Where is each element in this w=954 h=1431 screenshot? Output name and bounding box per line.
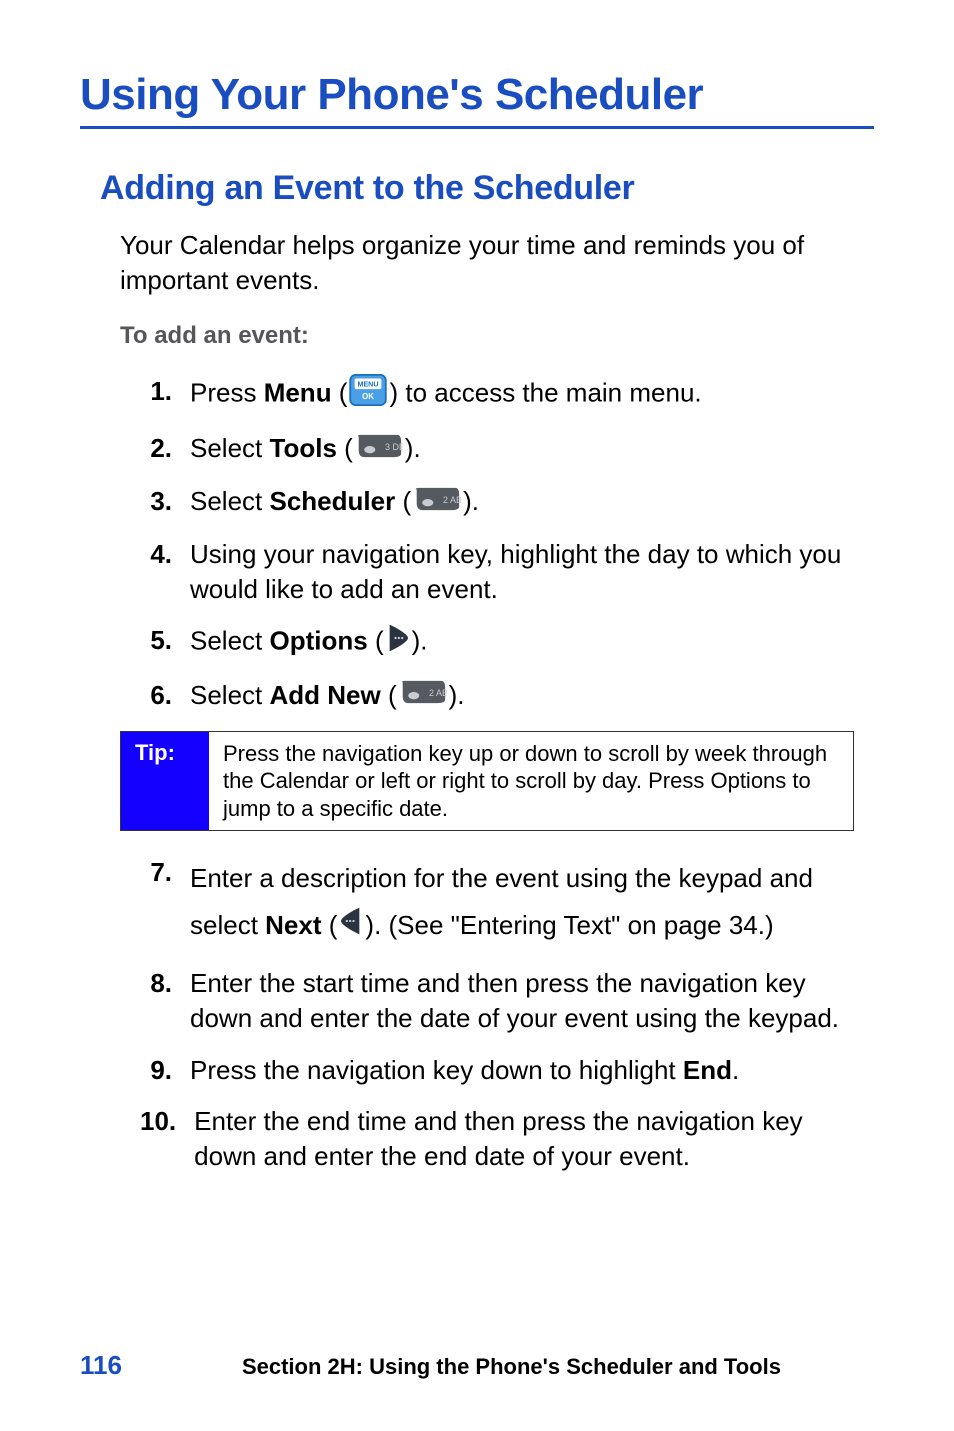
section-subtitle: Adding an Event to the Scheduler: [100, 169, 874, 208]
title-divider: [80, 126, 874, 129]
step-bold: Menu: [264, 378, 332, 408]
step-number: 9.: [140, 1053, 190, 1088]
step-bold: Options: [270, 625, 368, 655]
intro-text: Your Calendar helps organize your time a…: [120, 228, 864, 298]
step-text: Enter the end time and then press the na…: [194, 1104, 864, 1174]
menu-ok-key-icon: [349, 374, 387, 415]
tip-box: Tip: Press the navigation key up or down…: [120, 731, 854, 832]
steps-list-continued: 7. Enter a description for the event usi…: [140, 855, 864, 1174]
svg-text:2 ABC: 2 ABC: [429, 688, 447, 698]
step-number: 1.: [140, 374, 190, 415]
step-text: Select: [190, 486, 270, 516]
step-bold: Next: [265, 910, 321, 940]
section-label: Section 2H: Using the Phone's Scheduler …: [242, 1354, 781, 1380]
step-bold: End: [683, 1055, 732, 1085]
step-text: .: [413, 433, 420, 463]
step-5: 5. Select Options ().: [140, 623, 864, 662]
step-number: 3.: [140, 484, 190, 521]
step-text: Select: [190, 680, 270, 710]
step-text: .: [420, 625, 427, 655]
svg-text:3 DEF: 3 DEF: [385, 442, 403, 452]
step-7: 7. Enter a description for the event usi…: [140, 855, 864, 950]
step-number: 10.: [140, 1104, 194, 1174]
softkey-right-icon: [386, 623, 410, 662]
tip-body: Press the navigation key up or down to s…: [209, 732, 853, 831]
step-number: 8.: [140, 966, 190, 1036]
step-9: 9. Press the navigation key down to high…: [140, 1053, 864, 1088]
key-2-icon: 2 ABC: [413, 486, 461, 521]
step-2: 2. Select Tools (3 DEF).: [140, 431, 864, 468]
step-number: 2.: [140, 431, 190, 468]
step-bold: Scheduler: [270, 486, 396, 516]
step-bold: Tools: [270, 433, 337, 463]
key-3-icon: 3 DEF: [355, 433, 403, 468]
step-text: . (See "Entering Text" on page 34.): [374, 910, 774, 940]
step-1: 1. Press Menu () to access the main menu…: [140, 374, 864, 415]
step-number: 5.: [140, 623, 190, 662]
step-number: 6.: [140, 678, 190, 715]
lead-text: To add an event:: [120, 322, 874, 350]
step-3: 3. Select Scheduler (2 ABC).: [140, 484, 864, 521]
tip-label: Tip:: [121, 732, 209, 831]
step-4: 4. Using your navigation key, highlight …: [140, 537, 864, 607]
svg-text:2 ABC: 2 ABC: [443, 495, 461, 505]
step-text: Press: [190, 378, 264, 408]
step-number: 4.: [140, 537, 190, 607]
step-8: 8. Enter the start time and then press t…: [140, 966, 864, 1036]
step-10: 10. Enter the end time and then press th…: [140, 1104, 864, 1174]
page-number: 116: [80, 1350, 122, 1381]
footer: 116 Section 2H: Using the Phone's Schedu…: [80, 1350, 874, 1381]
step-text: to access the main menu.: [398, 378, 701, 408]
step-number: 7.: [140, 855, 190, 950]
step-6: 6. Select Add New (2 ABC).: [140, 678, 864, 715]
step-text: Using your navigation key, highlight the…: [190, 537, 864, 607]
step-text: .: [457, 680, 464, 710]
softkey-left-icon: [339, 904, 363, 951]
key-2-icon: 2 ABC: [399, 679, 447, 714]
step-text: .: [732, 1055, 739, 1085]
step-text: Select: [190, 433, 270, 463]
step-text: .: [472, 486, 479, 516]
step-text: Press the navigation key down to highlig…: [190, 1055, 683, 1085]
step-text: Enter the start time and then press the …: [190, 966, 864, 1036]
page-title: Using Your Phone's Scheduler: [80, 70, 874, 120]
step-text: Select: [190, 625, 270, 655]
steps-list: 1. Press Menu () to access the main menu…: [140, 374, 864, 714]
step-bold: Add New: [270, 680, 381, 710]
